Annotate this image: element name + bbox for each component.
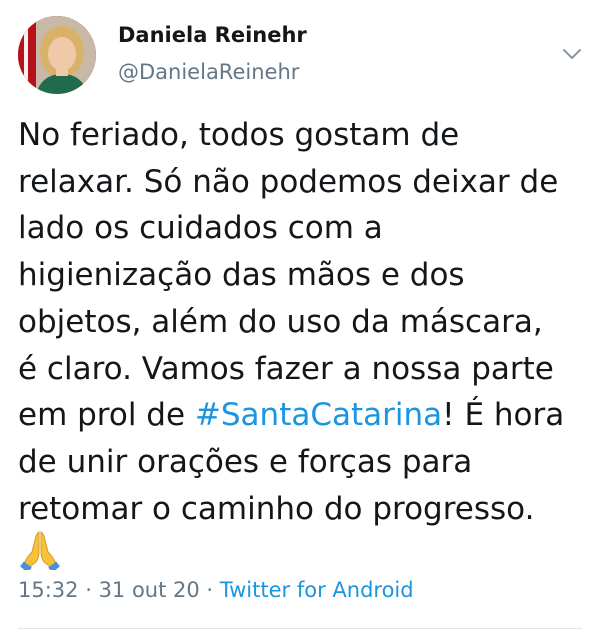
tweet-line: de unir orações e forças para	[18, 443, 473, 480]
tweet-meta: 15:32 · 31 out 20 · Twitter for Android	[18, 578, 414, 602]
tweet-line: relaxar. Só não podemos deixar de	[18, 163, 559, 200]
tweet-line: objetos, além do uso da máscara,	[18, 303, 543, 340]
tweet-text-segment: ! É hora	[442, 397, 565, 434]
meta-separator: ·	[78, 578, 99, 602]
hashtag-link[interactable]: #SantaCatarina	[195, 397, 442, 433]
meta-separator: ·	[199, 578, 220, 602]
tweet-line: lado os cuidados com a	[18, 210, 383, 247]
tweet-line: higienização das mãos e dos	[18, 257, 465, 294]
folded-hands-icon	[18, 528, 62, 573]
tweet-line: No feriado, todos gostam de	[18, 117, 460, 153]
divider	[18, 628, 582, 629]
author-handle[interactable]: @DanielaReinehr	[118, 60, 299, 84]
tweet-line: retomar o caminho do progresso.	[18, 490, 535, 527]
tweet-line-with-hashtag: em prol de #SantaCatarina! É hora	[18, 392, 588, 439]
tweet-text-segment: em prol de	[18, 397, 195, 434]
tweet-date[interactable]: 31 out 20	[99, 578, 200, 602]
author-avatar[interactable]	[18, 16, 96, 94]
tweet-time[interactable]: 15:32	[18, 578, 79, 602]
author-name[interactable]: Daniela Reinehr	[118, 23, 307, 47]
tweet-line: é claro. Vamos fazer a nossa parte	[18, 350, 554, 387]
tweet-card: Daniela Reinehr @DanielaReinehr No feria…	[0, 0, 600, 632]
tweet-text: No feriado, todos gostam de relaxar. Só …	[18, 112, 588, 532]
chevron-down-icon[interactable]	[560, 44, 584, 64]
profile-photo-woman-icon	[18, 16, 96, 94]
tweet-source-link[interactable]: Twitter for Android	[220, 578, 414, 602]
